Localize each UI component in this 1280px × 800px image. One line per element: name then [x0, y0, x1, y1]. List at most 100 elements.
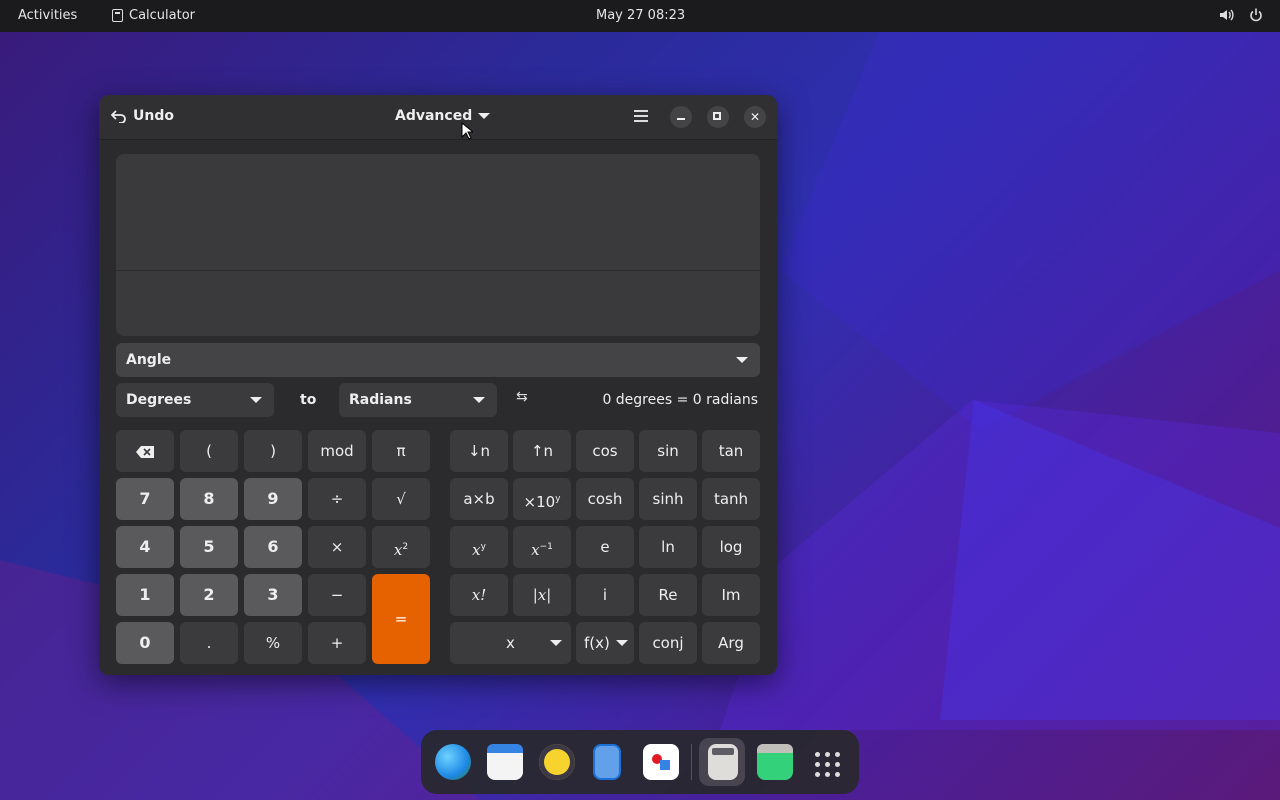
- minimize-button[interactable]: [670, 106, 692, 128]
- inverse-exp: −1: [539, 542, 553, 552]
- dock: [421, 730, 859, 794]
- mod-button[interactable]: mod: [308, 430, 366, 472]
- cos-button[interactable]: cos: [576, 430, 634, 472]
- conj-button[interactable]: conj: [639, 622, 697, 664]
- mode-selector[interactable]: Advanced: [395, 108, 491, 124]
- inverse-base: x: [531, 541, 540, 559]
- subtract-button[interactable]: −: [308, 574, 366, 616]
- exp10-base: ×10: [523, 493, 556, 511]
- function-dropdown[interactable]: f(x): [576, 622, 634, 664]
- pi-button[interactable]: π: [372, 430, 430, 472]
- system-menu[interactable]: [1218, 7, 1264, 23]
- tanh-button[interactable]: tanh: [702, 478, 760, 520]
- power-button[interactable]: xy: [450, 526, 508, 568]
- variable-dropdown[interactable]: x: [450, 622, 571, 664]
- category-label: Angle: [126, 352, 172, 368]
- software-store-icon[interactable]: [643, 744, 679, 780]
- digit-2-button[interactable]: 2: [180, 574, 238, 616]
- chevron-down-icon: [250, 397, 262, 403]
- maximize-button[interactable]: [707, 106, 729, 128]
- sqrt-button[interactable]: √: [372, 478, 430, 520]
- calculator-icon[interactable]: [708, 744, 738, 780]
- digit-8-button[interactable]: 8: [180, 478, 238, 520]
- abs-label: |x|: [532, 586, 552, 604]
- imaginary-part-button[interactable]: Im: [702, 574, 760, 616]
- conversion-result: 0 degrees = 0 radians: [602, 392, 758, 408]
- digit-6-button[interactable]: 6: [244, 526, 302, 568]
- close-icon: ✕: [749, 110, 761, 124]
- square-button[interactable]: x2: [372, 526, 430, 568]
- power-base: x: [472, 541, 481, 559]
- music-icon[interactable]: [539, 744, 575, 780]
- top-bar: Activities Calculator May 27 08:23: [0, 0, 1280, 32]
- digit-5-button[interactable]: 5: [180, 526, 238, 568]
- minimize-icon: [677, 118, 685, 120]
- chevron-down-icon: [550, 640, 562, 646]
- to-unit-dropdown[interactable]: Radians: [339, 383, 497, 417]
- to-label: to: [300, 392, 317, 408]
- inverse-button[interactable]: x−1: [513, 526, 571, 568]
- digit-1-button[interactable]: 1: [116, 574, 174, 616]
- power-icon: [1250, 8, 1262, 22]
- equals-button[interactable]: =: [372, 574, 430, 664]
- sinh-button[interactable]: sinh: [639, 478, 697, 520]
- ln-button[interactable]: ln: [639, 526, 697, 568]
- function-label: f(x): [584, 634, 610, 652]
- sin-button[interactable]: sin: [639, 430, 697, 472]
- backspace-icon: [136, 445, 154, 458]
- imaginary-button[interactable]: i: [576, 574, 634, 616]
- backspace-button[interactable]: [116, 430, 174, 472]
- digit-7-button[interactable]: 7: [116, 478, 174, 520]
- hamburger-menu-icon[interactable]: [634, 110, 648, 122]
- abs-button[interactable]: |x|: [513, 574, 571, 616]
- divide-button[interactable]: ÷: [308, 478, 366, 520]
- add-button[interactable]: +: [308, 622, 366, 664]
- cosh-button[interactable]: cosh: [576, 478, 634, 520]
- app-menu[interactable]: Calculator: [112, 8, 195, 23]
- variable-label: x: [506, 634, 515, 652]
- chevron-down-icon: [736, 357, 748, 363]
- digit-9-button[interactable]: 9: [244, 478, 302, 520]
- superscript-button[interactable]: ↑n: [513, 430, 571, 472]
- factorize-button[interactable]: a×b: [450, 478, 508, 520]
- percent-button[interactable]: %: [244, 622, 302, 664]
- undo-button[interactable]: Undo: [111, 108, 174, 124]
- euler-button[interactable]: e: [576, 526, 634, 568]
- tan-button[interactable]: tan: [702, 430, 760, 472]
- to-unit-label: Radians: [349, 392, 412, 408]
- calculator-window: Undo Advanced ✕ Angle Degrees to Radians…: [99, 95, 777, 675]
- from-unit-dropdown[interactable]: Degrees: [116, 383, 274, 417]
- expression-display[interactable]: [116, 154, 760, 336]
- factorial-button[interactable]: x!: [450, 574, 508, 616]
- chevron-down-icon: [473, 397, 485, 403]
- close-button[interactable]: ✕: [744, 106, 766, 128]
- digit-0-button[interactable]: 0: [116, 622, 174, 664]
- real-part-button[interactable]: Re: [639, 574, 697, 616]
- decimal-point-button[interactable]: .: [180, 622, 238, 664]
- conversion-row: Degrees to Radians ⇆ 0 degrees = 0 radia…: [116, 383, 760, 417]
- exp10-button[interactable]: ×10y: [513, 478, 571, 520]
- display-divider: [116, 270, 760, 271]
- subscript-button[interactable]: ↓n: [450, 430, 508, 472]
- clock[interactable]: May 27 08:23: [596, 8, 685, 23]
- chevron-down-icon: [478, 113, 491, 119]
- swap-units-icon[interactable]: ⇆: [516, 389, 528, 405]
- app-grid-icon[interactable]: [815, 752, 840, 777]
- undo-label: Undo: [133, 108, 174, 124]
- from-unit-label: Degrees: [126, 392, 192, 408]
- open-paren-button[interactable]: (: [180, 430, 238, 472]
- exp10-exp: y: [555, 494, 561, 504]
- conversion-category-dropdown[interactable]: Angle: [116, 343, 760, 377]
- activities-button[interactable]: Activities: [18, 8, 77, 23]
- multiply-button[interactable]: ×: [308, 526, 366, 568]
- digit-3-button[interactable]: 3: [244, 574, 302, 616]
- close-paren-button[interactable]: ): [244, 430, 302, 472]
- browser-icon[interactable]: [435, 744, 471, 780]
- header-bar: Undo Advanced ✕: [99, 95, 777, 140]
- calendar-icon[interactable]: [487, 744, 523, 780]
- arg-button[interactable]: Arg: [702, 622, 760, 664]
- digit-4-button[interactable]: 4: [116, 526, 174, 568]
- log-button[interactable]: log: [702, 526, 760, 568]
- text-editor-icon[interactable]: [593, 744, 621, 780]
- recycle-icon[interactable]: [757, 744, 793, 780]
